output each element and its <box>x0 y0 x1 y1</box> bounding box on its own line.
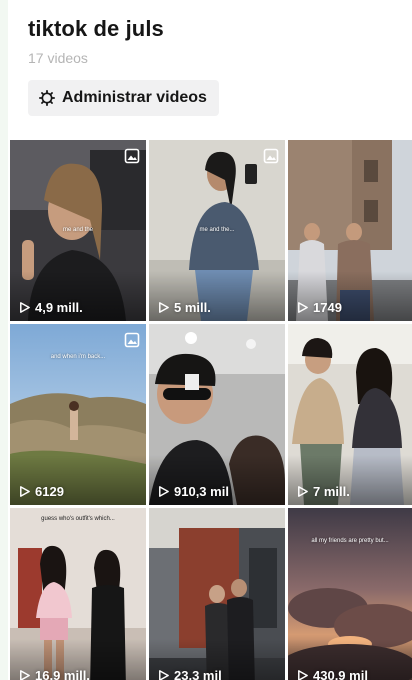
video-tile[interactable]: me and the... 5 mill. <box>149 140 285 321</box>
view-count-text: 7 mill. <box>313 484 350 499</box>
play-outline-icon <box>159 486 169 497</box>
view-count-text: 16,9 mill. <box>35 668 90 680</box>
play-outline-icon <box>298 486 308 497</box>
view-count-text: 6129 <box>35 484 64 499</box>
view-count-text: 4,9 mill. <box>35 300 83 315</box>
play-outline-icon <box>298 302 308 313</box>
video-caption: me and the... <box>199 226 235 233</box>
playlist-header: tiktok de juls 17 videos <box>28 16 164 66</box>
multi-photo-icon <box>263 148 279 164</box>
video-tile[interactable]: all my friends are pretty but... 430,9 m… <box>288 508 412 680</box>
play-outline-icon <box>159 302 169 313</box>
video-tile[interactable]: and when i'm back... 6129 <box>10 324 146 505</box>
manage-videos-label: Administrar videos <box>62 89 207 106</box>
video-tile[interactable]: 1749 <box>288 140 412 321</box>
view-count-text: 430,9 mil <box>313 668 368 680</box>
video-tile[interactable]: 23,3 mil <box>149 508 285 680</box>
view-count: 16,9 mill. <box>18 668 90 680</box>
manage-videos-button[interactable]: Administrar videos <box>28 80 219 116</box>
playlist-title: tiktok de juls <box>28 16 164 41</box>
view-count: 4,9 mill. <box>18 300 83 315</box>
view-count: 1749 <box>296 300 342 315</box>
view-count: 23,3 mil <box>157 668 222 680</box>
multi-photo-icon <box>124 148 140 164</box>
play-outline-icon <box>20 670 30 680</box>
video-tile[interactable]: 910,3 mil <box>149 324 285 505</box>
video-grid: me and the 4,9 mill. me and the... 5 mil… <box>10 140 412 680</box>
view-count: 6129 <box>18 484 64 499</box>
play-outline-icon <box>20 486 30 497</box>
video-tile[interactable]: me and the 4,9 mill. <box>10 140 146 321</box>
video-tile[interactable]: guess who's outfit's which... 16,9 mill. <box>10 508 146 680</box>
gear-icon <box>38 89 56 107</box>
play-outline-icon <box>159 670 169 680</box>
view-count-text: 910,3 mil <box>174 484 229 499</box>
playlist-screen: tiktok de juls 17 videos Administrar vid… <box>0 0 412 680</box>
view-count-text: 23,3 mil <box>174 668 222 680</box>
multi-photo-icon <box>124 332 140 348</box>
view-count-text: 5 mill. <box>174 300 211 315</box>
video-caption: guess who's outfit's which... <box>41 516 115 522</box>
video-tile[interactable]: 7 mill. <box>288 324 412 505</box>
play-outline-icon <box>298 670 308 680</box>
video-caption: and when i'm back... <box>50 354 106 360</box>
view-count: 7 mill. <box>296 484 350 499</box>
view-count: 430,9 mil <box>296 668 368 680</box>
video-caption: me and the <box>62 226 94 233</box>
view-count: 910,3 mil <box>157 484 229 499</box>
view-count-text: 1749 <box>313 300 342 315</box>
play-outline-icon <box>20 302 30 313</box>
video-caption: all my friends are pretty but... <box>311 538 389 544</box>
view-count: 5 mill. <box>157 300 211 315</box>
video-count: 17 videos <box>28 50 88 66</box>
